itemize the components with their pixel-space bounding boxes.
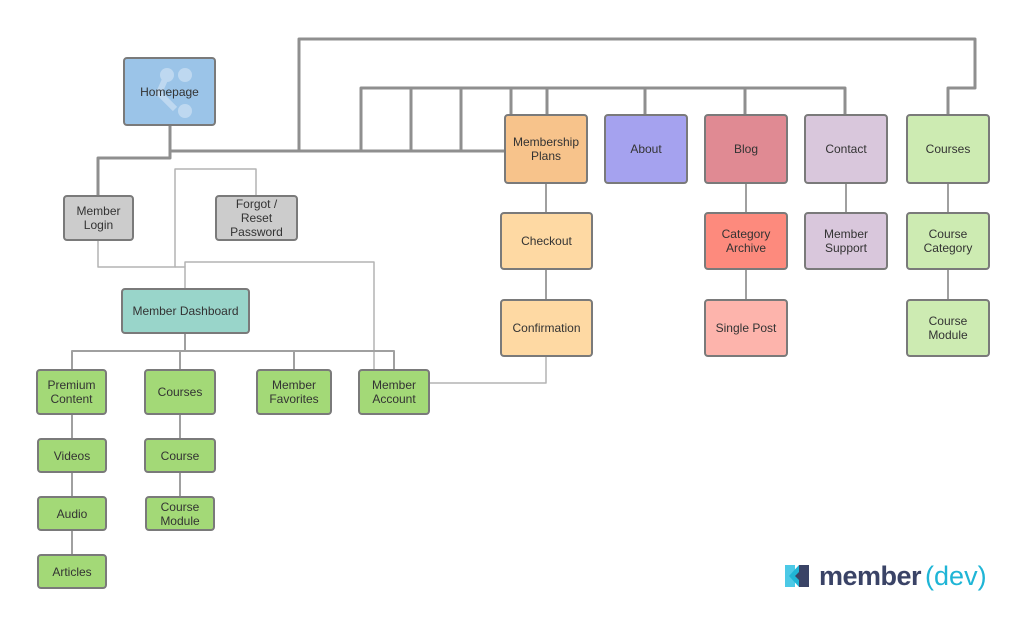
node-label: Course Module [928,314,968,342]
node-label: Course Category [923,227,973,255]
node-label: About [630,142,662,156]
node-label: Blog [733,142,759,156]
site-map-diagram: Homepage Member Login Forgot / Reset Passw… [0,0,1024,628]
node-label: Videos [53,448,91,463]
node-premium-content[interactable]: Premium Content [36,369,107,415]
node-label: Single Post [715,321,777,335]
node-label: Course Module [160,499,200,528]
node-member-favorites[interactable]: Member Favorites [256,369,332,415]
node-label: Checkout [521,234,572,248]
node-label: Member Account [371,378,416,406]
node-label: Category Archive [721,227,771,255]
connector-member-dashboard [175,266,186,288]
memberdev-logo: member (dev) [785,560,987,592]
node-articles[interactable]: Articles [37,554,107,589]
node-audio[interactable]: Audio [37,496,107,531]
node-label: Member Login [76,204,121,232]
node-category-archive[interactable]: Category Archive [704,212,788,270]
node-label: Member Dashboard [132,304,239,318]
node-label: Membership Plans [512,135,580,163]
node-course-module[interactable]: Course Module [906,299,990,357]
node-member-login[interactable]: Member Login [63,195,134,241]
node-member-account[interactable]: Member Account [358,369,430,415]
node-label: Articles [52,564,92,579]
node-contact[interactable]: Contact [804,114,888,184]
node-checkout[interactable]: Checkout [500,212,593,270]
logo-dev-text: (dev) [925,560,987,591]
node-dashboard-courses[interactable]: Courses [144,369,216,415]
node-videos[interactable]: Videos [37,438,107,473]
node-label: Member Support [823,227,868,255]
node-about[interactable]: About [604,114,688,184]
node-label: Audio [56,506,88,521]
node-member-support[interactable]: Member Support [804,212,888,270]
node-course[interactable]: Course [144,438,216,473]
node-forgot-reset-password[interactable]: Forgot / Reset Password [215,195,298,241]
node-label: Contact [825,142,867,156]
connector-dashboard-children-bus [71,350,395,369]
connector-member-login [96,151,172,195]
node-single-post[interactable]: Single Post [704,299,788,357]
logo-wordmark: member [819,560,922,591]
node-course-category[interactable]: Course Category [906,212,990,270]
node-blog[interactable]: Blog [704,114,788,184]
node-member-dashboard[interactable]: Member Dashboard [121,288,250,334]
node-dashboard-course-module[interactable]: Course Module [145,496,215,531]
node-homepage[interactable]: Homepage [123,57,216,126]
node-label: Course [160,448,200,463]
node-label: Forgot / Reset Password [230,197,283,239]
node-label: Confirmation [512,321,581,335]
node-confirmation[interactable]: Confirmation [500,299,593,357]
node-courses[interactable]: Courses [906,114,990,184]
node-membership-plans[interactable]: Membership Plans [504,114,588,184]
connector-homepage-main-bus [168,126,547,153]
node-label: Premium Content [47,378,96,406]
node-label: Courses [925,142,971,156]
node-label: Courses [157,385,203,399]
node-label: Homepage [140,84,199,99]
memberdev-logo-icon [785,565,809,587]
node-label: Member Favorites [269,378,319,406]
